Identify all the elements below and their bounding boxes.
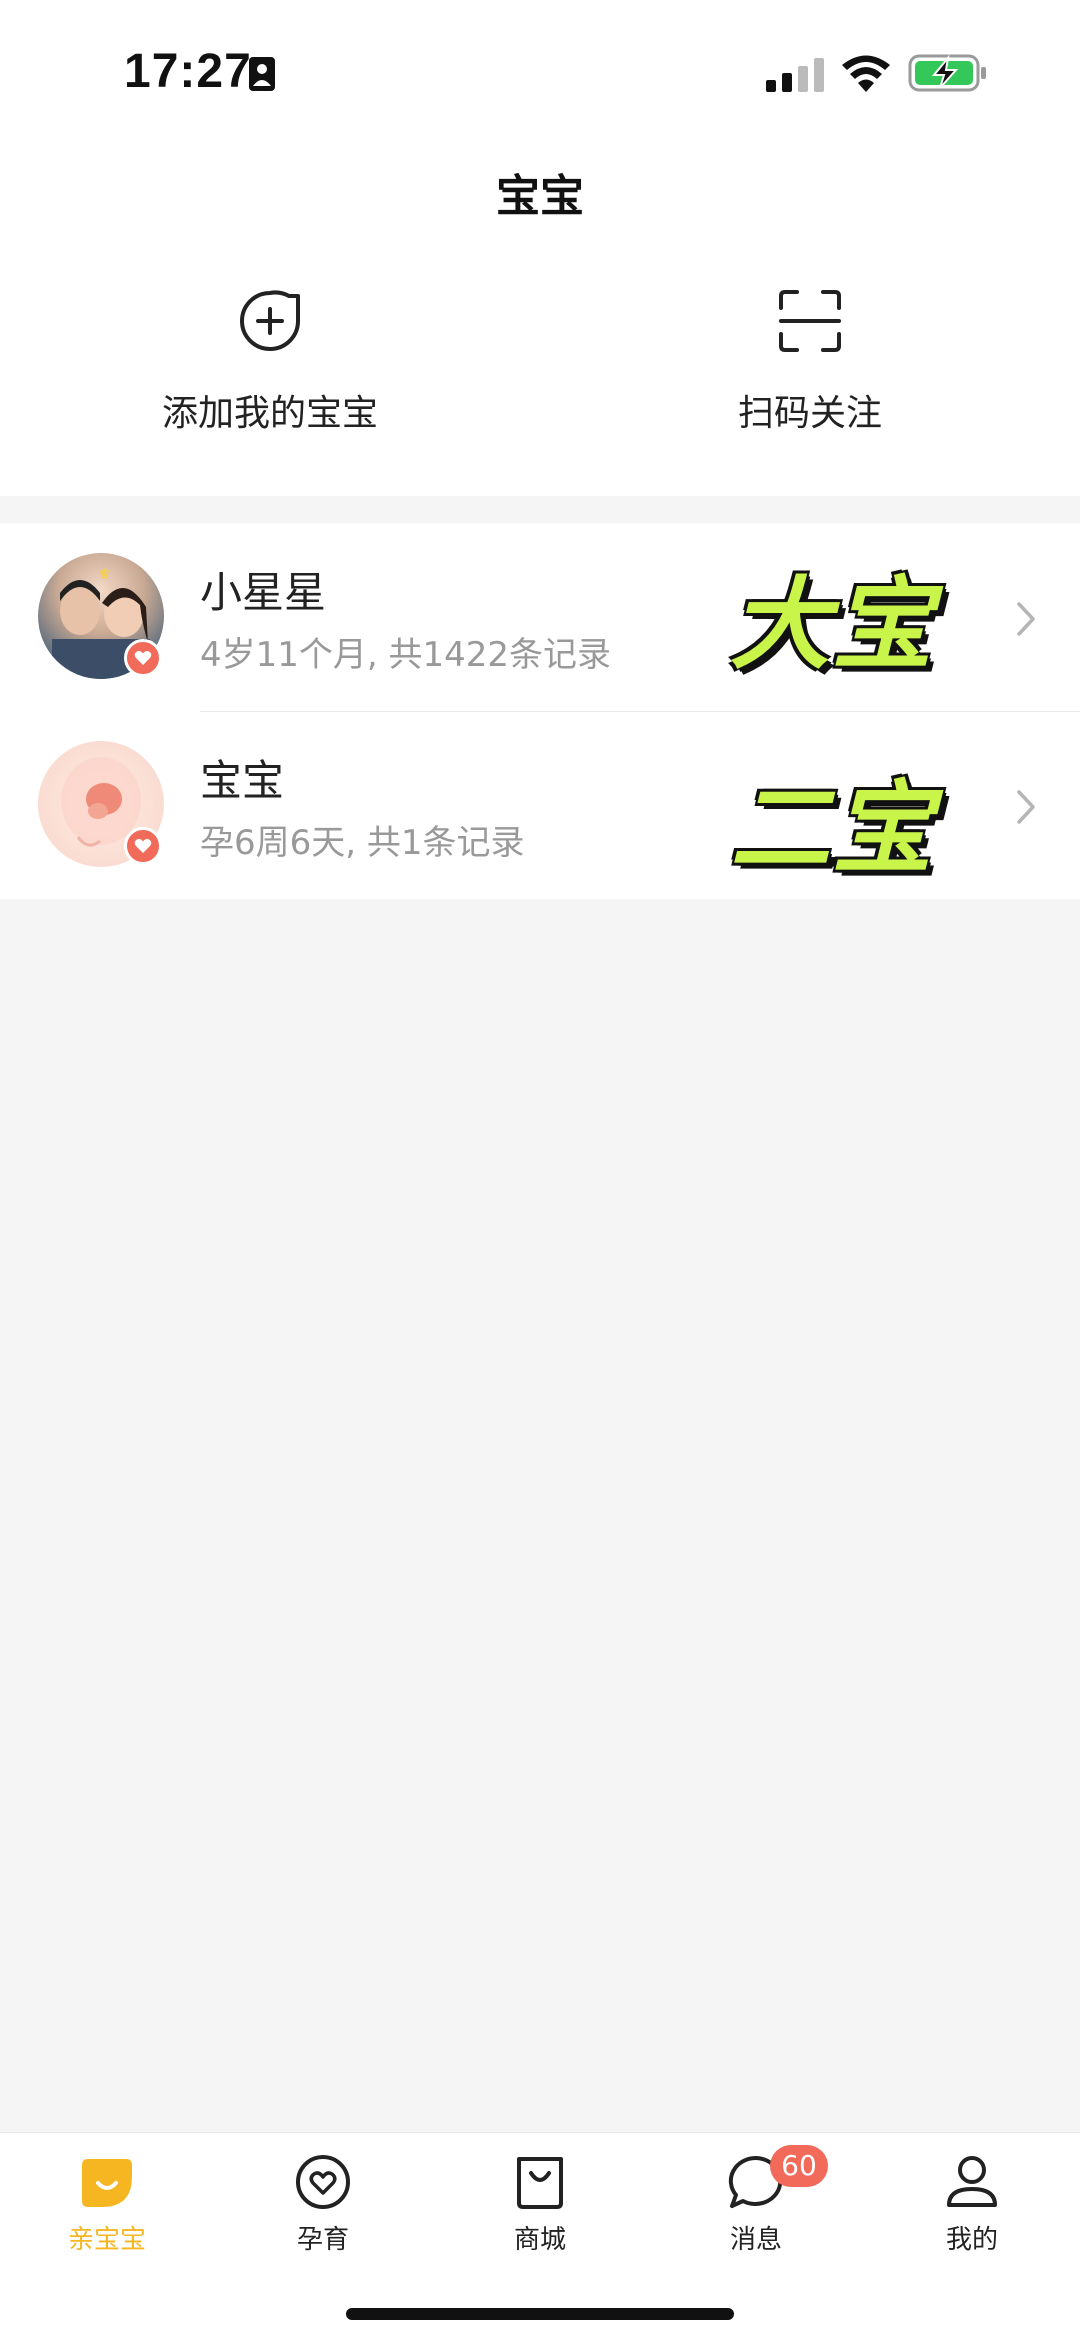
sticker-label: 大宝	[730, 566, 934, 683]
scan-follow-button[interactable]: 扫码关注	[630, 288, 990, 436]
tab-pregnancy[interactable]: 孕育	[253, 2153, 393, 2256]
tab-me[interactable]: 我的	[902, 2153, 1042, 2256]
heart-badge	[124, 827, 162, 865]
heart-circle-icon	[296, 2155, 350, 2209]
scan-follow-label: 扫码关注	[737, 393, 882, 434]
tab-home[interactable]: 亲宝宝	[37, 2153, 177, 2256]
tab-home-label: 亲宝宝	[67, 2225, 146, 2255]
tab-pregnancy-label: 孕育	[296, 2225, 349, 2255]
home-indicator[interactable]	[346, 2308, 734, 2320]
add-baby-label: 添加我的宝宝	[161, 393, 378, 434]
baby-record-meta: 4岁11个月, 共1422条记录	[200, 635, 612, 675]
wifi-icon	[842, 55, 890, 92]
signal-icon	[766, 58, 824, 92]
status-bar: 17:27	[0, 0, 1080, 140]
screen: 17:27 宝宝 添加我的宝宝 扫码关注 ♛ 小星星 4岁11个月, 共1422…	[0, 0, 1080, 2341]
user-icon	[947, 2156, 997, 2207]
id-card-icon	[249, 57, 275, 91]
add-bubble-icon	[240, 290, 300, 351]
shopping-bag-icon	[517, 2157, 563, 2209]
baby-name: 小星星	[200, 568, 327, 617]
tab-messages[interactable]: 消息 60	[686, 2145, 828, 2256]
page-title: 宝宝	[496, 171, 584, 222]
chevron-right-icon	[1017, 602, 1035, 636]
baby-list: ♛ 小星星 4岁11个月, 共1422条记录 大宝 宝宝 孕6周6天, 共1条记…	[0, 523, 1080, 899]
heart-icon	[134, 839, 152, 853]
baby-record-meta: 孕6周6天, 共1条记录	[200, 823, 525, 863]
chevron-right-icon	[1017, 790, 1035, 824]
heart-icon	[134, 651, 152, 665]
home-leaf-icon	[82, 2159, 132, 2207]
baby-row-baobao[interactable]: 宝宝 孕6周6天, 共1条记录 二宝	[0, 711, 1080, 899]
sticker-label: 二宝	[730, 770, 934, 887]
add-baby-button[interactable]: 添加我的宝宝	[90, 288, 450, 436]
unread-badge: 60	[770, 2145, 828, 2187]
header: 宝宝 添加我的宝宝 扫码关注	[0, 140, 1080, 496]
svg-text:♛: ♛	[98, 567, 111, 583]
tab-me-label: 我的	[945, 2225, 998, 2255]
tab-mall[interactable]: 商城	[470, 2153, 610, 2256]
tab-mall-label: 商城	[513, 2225, 566, 2255]
status-time: 17:27	[124, 45, 252, 98]
scan-icon	[779, 290, 841, 352]
baby-row-xiaoxingxing[interactable]: ♛ 小星星 4岁11个月, 共1422条记录 大宝	[0, 523, 1080, 711]
tab-messages-label: 消息	[729, 2225, 782, 2255]
battery-charging-icon	[908, 54, 986, 92]
heart-badge	[124, 639, 162, 677]
baby-name: 宝宝	[200, 756, 285, 805]
